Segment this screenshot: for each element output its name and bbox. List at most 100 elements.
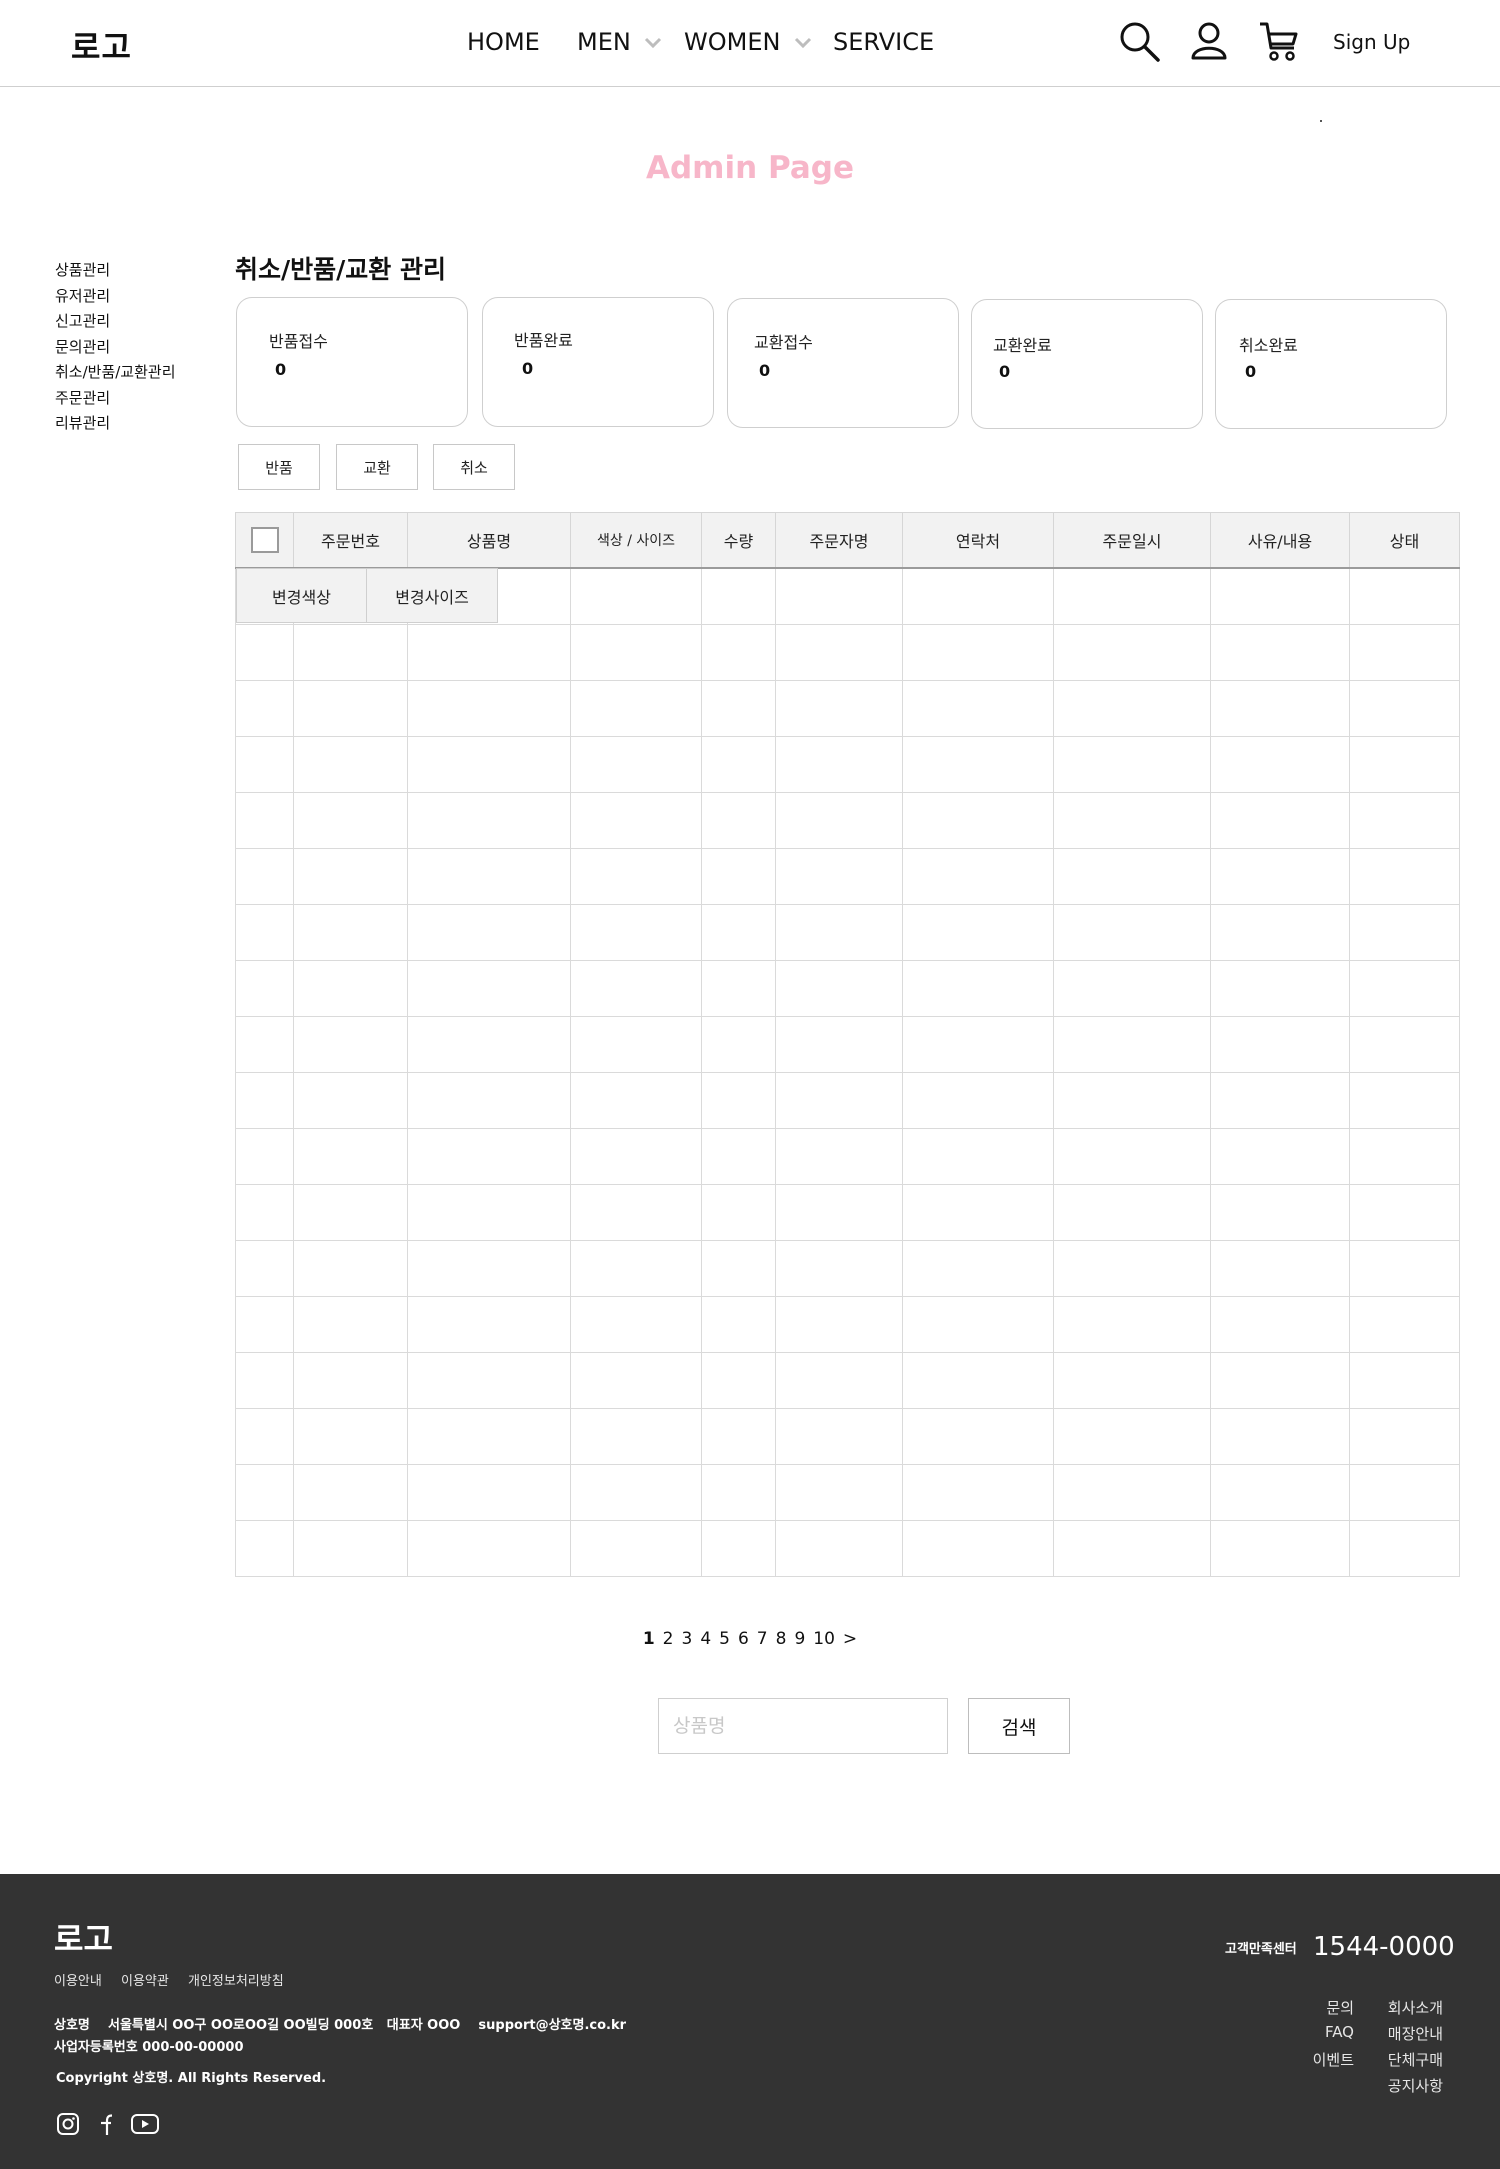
table-row	[235, 1352, 1460, 1409]
table-cell	[570, 1072, 702, 1129]
page-6-link[interactable]: 6	[738, 1629, 749, 1649]
logo[interactable]: 로고	[71, 22, 132, 68]
page-5-link[interactable]: 5	[719, 1629, 730, 1649]
table-cell	[775, 736, 903, 793]
table-cell	[701, 792, 776, 849]
table-cell	[293, 1296, 408, 1353]
table-cell	[775, 1352, 903, 1409]
facebook-icon[interactable]	[95, 2112, 115, 2136]
page-1-link[interactable]: 1	[643, 1629, 655, 1649]
table-cell	[1349, 1520, 1460, 1577]
table-cell	[902, 736, 1054, 793]
table-cell	[293, 1128, 408, 1185]
sidebar-item-reviews[interactable]: 리뷰관리	[55, 411, 176, 437]
search-button[interactable]: 검색	[968, 1698, 1070, 1754]
table-row	[235, 680, 1460, 737]
nav-service[interactable]: SERVICE	[833, 28, 934, 56]
sidebar-item-reports[interactable]: 신고관리	[55, 309, 176, 335]
table-cell	[235, 792, 294, 849]
table-cell	[407, 1520, 571, 1577]
table-cell	[235, 1408, 294, 1465]
table-cell	[902, 1408, 1054, 1465]
sidebar-item-products[interactable]: 상품관리	[55, 258, 176, 284]
select-all-checkbox[interactable]	[250, 527, 279, 553]
table-cell	[570, 848, 702, 905]
table-cell	[701, 680, 776, 737]
table-cell	[407, 1296, 571, 1353]
orders-table: 주문번호 상품명 색상 / 사이즈 수량 주문자명 연락처 주문일시 사유/내용…	[235, 512, 1460, 1577]
table-cell	[1053, 1128, 1211, 1185]
table-row	[235, 960, 1460, 1017]
page-2-link[interactable]: 2	[663, 1629, 674, 1649]
sidebar-item-users[interactable]: 유저관리	[55, 284, 176, 310]
footer-link-inquiry[interactable]: 문의	[1326, 1997, 1354, 2018]
page-4-link[interactable]: 4	[700, 1629, 711, 1649]
table-cell	[293, 960, 408, 1017]
card-label: 반품접수	[269, 332, 328, 351]
table-cell	[235, 1240, 294, 1297]
filter-exchange-button[interactable]: 교환	[336, 444, 418, 490]
column-header-product-name: 상품명	[407, 512, 571, 569]
table-cell	[701, 1016, 776, 1073]
nav-home[interactable]: HOME	[467, 28, 540, 56]
table-cell	[902, 1464, 1054, 1521]
next-page-link[interactable]: >	[843, 1629, 857, 1649]
footer-link-privacy[interactable]: 개인정보처리방침	[188, 1970, 284, 1989]
user-icon[interactable]	[1190, 21, 1228, 61]
table-cell	[701, 1184, 776, 1241]
signup-link[interactable]: Sign Up	[1333, 30, 1410, 54]
footer-logo[interactable]: 로고	[54, 1914, 113, 1960]
instagram-icon[interactable]	[56, 2112, 80, 2136]
footer-link-event[interactable]: 이벤트	[1313, 2049, 1354, 2070]
table-cell	[1210, 904, 1350, 961]
footer-link-guide[interactable]: 이용안내	[54, 1970, 102, 1989]
footer-link-notice[interactable]: 공지사항	[1388, 2075, 1443, 2096]
change-size-button[interactable]: 변경사이즈	[366, 568, 498, 623]
sidebar-item-orders[interactable]: 주문관리	[55, 386, 176, 412]
footer-link-stores[interactable]: 매장안내	[1388, 2023, 1443, 2044]
footer-link-terms[interactable]: 이용약관	[121, 1970, 169, 1989]
table-cell	[1349, 904, 1460, 961]
page-3-link[interactable]: 3	[681, 1629, 692, 1649]
table-cell	[1210, 1408, 1350, 1465]
table-cell	[407, 1072, 571, 1129]
summary-card-exchange-completed: 교환완료 0	[971, 299, 1203, 429]
table-cell	[570, 1184, 702, 1241]
filter-return-button[interactable]: 반품	[238, 444, 320, 490]
table-cell	[775, 904, 903, 961]
page-10-link[interactable]: 10	[813, 1629, 835, 1649]
table-row	[235, 1520, 1460, 1577]
footer-link-company[interactable]: 회사소개	[1388, 1997, 1443, 2018]
sidebar-item-cancel-return-exchange[interactable]: 취소/반품/교환관리	[55, 360, 176, 386]
footer-link-group-purchase[interactable]: 단체구매	[1388, 2049, 1443, 2070]
product-search-input[interactable]	[658, 1698, 948, 1754]
table-cell	[701, 1296, 776, 1353]
youtube-icon[interactable]	[130, 2112, 160, 2136]
filter-cancel-button[interactable]: 취소	[433, 444, 515, 490]
page-8-link[interactable]: 8	[776, 1629, 787, 1649]
table-cell	[1053, 567, 1211, 625]
table-cell	[775, 1520, 903, 1577]
table-cell	[570, 1352, 702, 1409]
table-row	[235, 904, 1460, 961]
table-cell	[407, 1408, 571, 1465]
page-7-link[interactable]: 7	[757, 1629, 768, 1649]
table-cell	[1210, 567, 1350, 625]
search-icon[interactable]	[1118, 20, 1162, 64]
footer-link-faq[interactable]: FAQ	[1325, 2023, 1354, 2041]
nav-women[interactable]: WOMEN	[684, 28, 812, 56]
sidebar-item-inquiries[interactable]: 문의관리	[55, 335, 176, 361]
table-cell	[570, 1408, 702, 1465]
nav-men[interactable]: MEN	[577, 28, 662, 56]
column-header-order-number: 주문번호	[293, 512, 408, 569]
table-cell	[701, 848, 776, 905]
nav-women-label: WOMEN	[684, 28, 781, 56]
column-header-orderer: 주문자명	[775, 512, 903, 569]
table-cell	[1053, 1408, 1211, 1465]
table-cell	[1349, 567, 1460, 625]
table-cell	[407, 1184, 571, 1241]
table-cell	[293, 1184, 408, 1241]
cart-icon[interactable]	[1258, 20, 1302, 64]
change-color-button[interactable]: 변경색상	[236, 568, 367, 623]
page-9-link[interactable]: 9	[794, 1629, 805, 1649]
